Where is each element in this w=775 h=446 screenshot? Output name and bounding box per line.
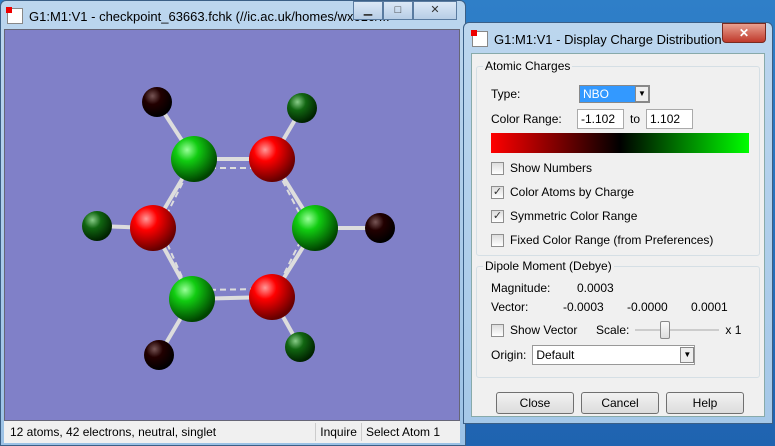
- show-vector-checkbox[interactable]: [491, 323, 504, 337]
- dialog-title: G1:M1:V1 - Display Charge Distribution: [494, 31, 722, 47]
- dialog-titlebar: G1:M1:V1 - Display Charge Distribution: [471, 29, 722, 49]
- scale-value: x 1: [725, 323, 742, 337]
- app-icon: [471, 30, 488, 47]
- vector-x: -0.0003: [563, 300, 604, 314]
- type-select[interactable]: NBO ▼: [579, 85, 650, 103]
- fixed-range-checkbox[interactable]: Fixed Color Range (from Preferences): [491, 233, 713, 247]
- color-range-label: Color Range:: [491, 112, 562, 126]
- status-bar: 12 atoms, 42 electrons, neutral, singlet…: [4, 421, 460, 443]
- vector-z: 0.0001: [691, 300, 728, 314]
- atomic-charges-legend: Atomic Charges: [483, 59, 573, 73]
- origin-select[interactable]: Default ▼: [532, 345, 696, 365]
- checkbox[interactable]: [491, 233, 504, 247]
- range-min-input[interactable]: -1.102: [577, 109, 624, 129]
- chevron-down-icon: ▼: [635, 86, 649, 102]
- molecule-view[interactable]: [5, 30, 461, 422]
- status-action: Select Atom 1: [360, 423, 444, 441]
- dipole-legend: Dipole Moment (Debye): [483, 259, 614, 273]
- origin-label: Origin:: [491, 348, 527, 362]
- vector-label: Vector:: [491, 300, 529, 314]
- to-label: to: [630, 112, 641, 126]
- checkbox-label: Color Atoms by Charge: [510, 185, 635, 199]
- show-vector-label: Show Vector: [510, 323, 578, 337]
- symmetric-range-checkbox[interactable]: ✓ Symmetric Color Range: [491, 209, 637, 223]
- magnitude-value: 0.0003: [577, 281, 614, 295]
- checkbox-label: Fixed Color Range (from Preferences): [510, 233, 714, 247]
- help-button[interactable]: Help: [666, 392, 744, 414]
- chevron-down-icon: ▼: [680, 347, 695, 363]
- cancel-button[interactable]: Cancel: [581, 392, 659, 414]
- slider-thumb[interactable]: [660, 321, 671, 339]
- status-info: 12 atoms, 42 electrons, neutral, singlet: [10, 425, 217, 439]
- vector-y: -0.0000: [627, 300, 668, 314]
- scale-slider[interactable]: [635, 321, 720, 339]
- status-mode: Inquire: [315, 423, 361, 441]
- aromatic-bonds: [161, 167, 306, 291]
- main-window: G1:M1:V1 - checkpoint_63663.fchk (//ic.a…: [0, 0, 466, 446]
- magnitude-label: Magnitude:: [491, 281, 551, 295]
- maximize-button[interactable]: □: [383, 1, 413, 20]
- minimize-button[interactable]: ▁: [353, 1, 383, 20]
- atomic-charges-group: Atomic Charges Type: NBO ▼ Color Range: -…: [476, 59, 760, 256]
- dipole-group: Dipole Moment (Debye) Magnitude: 0.0003 V…: [476, 259, 760, 378]
- close-button[interactable]: Close: [496, 392, 574, 414]
- charge-distribution-dialog: G1:M1:V1 - Display Charge Distribution ✕…: [463, 22, 773, 424]
- show-numbers-checkbox[interactable]: Show Numbers: [491, 161, 592, 175]
- type-label: Type:: [491, 87, 521, 101]
- dialog-close-icon[interactable]: ✕: [722, 23, 766, 43]
- color-scale-bar: [491, 133, 749, 153]
- main-title: G1:M1:V1 - checkpoint_63663.fchk (//ic.a…: [29, 8, 390, 24]
- range-max-input[interactable]: 1.102: [646, 109, 694, 129]
- checkmark-icon[interactable]: ✓: [491, 209, 504, 223]
- molecule-viewport[interactable]: [4, 29, 460, 421]
- checkbox[interactable]: [491, 161, 504, 175]
- main-titlebar: G1:M1:V1 - checkpoint_63663.fchk (//ic.a…: [6, 6, 390, 26]
- close-button[interactable]: ✕: [413, 1, 457, 20]
- checkbox-label: Symmetric Color Range: [510, 209, 638, 223]
- type-value: NBO: [580, 86, 635, 102]
- origin-value: Default: [536, 348, 575, 362]
- color-atoms-checkbox[interactable]: ✓ Color Atoms by Charge: [491, 185, 634, 199]
- checkbox-label: Show Numbers: [510, 161, 593, 175]
- app-icon: [6, 7, 23, 24]
- scale-label: Scale:: [596, 323, 630, 337]
- checkmark-icon[interactable]: ✓: [491, 185, 504, 199]
